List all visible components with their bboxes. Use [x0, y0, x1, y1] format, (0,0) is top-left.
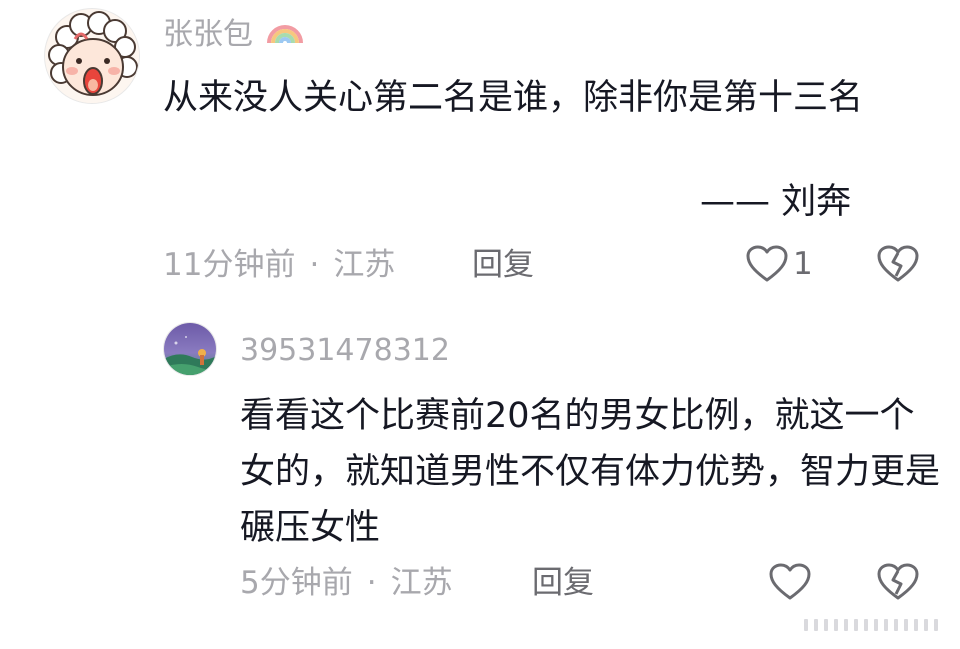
separator: ·	[309, 247, 320, 283]
comment-2: 39531478312 看看这个比赛前20名的男女比例，就这一个女的，就知道男性…	[0, 300, 960, 649]
username[interactable]: 39531478312	[240, 330, 450, 372]
rainbow-icon	[265, 15, 305, 57]
like-button[interactable]	[768, 560, 812, 604]
heart-icon	[746, 245, 788, 282]
avatar[interactable]	[163, 322, 217, 376]
dislike-button[interactable]	[876, 242, 920, 286]
heart-icon	[769, 563, 811, 600]
dislike-button[interactable]	[876, 560, 920, 604]
location: 江苏	[333, 247, 396, 283]
like-count: 1	[793, 246, 813, 282]
username-text[interactable]: 张张包	[163, 17, 253, 52]
signature: —— 刘奔	[700, 182, 852, 222]
reply-button[interactable]: 回复	[532, 561, 594, 605]
comment-meta: 11分钟前 · 江苏	[163, 243, 395, 287]
comment-content: 从来没人关心第二名是谁，除非你是第十三名	[163, 78, 864, 118]
timestamp: 11分钟前	[163, 247, 296, 283]
avatar[interactable]	[44, 8, 140, 104]
cartoon-sheep-avatar-icon	[45, 9, 139, 103]
broken-heart-icon	[877, 245, 919, 282]
watermark-bars	[804, 619, 938, 631]
landscape-photo-avatar-icon	[164, 323, 216, 375]
comment-1: 张张包 从来没人关心第二名是谁，除非你是第十三名 —— 刘奔 11分钟前 · 江苏 …	[0, 0, 960, 300]
reply-button[interactable]: 回复	[472, 243, 534, 287]
timestamp: 5分钟前	[240, 565, 353, 601]
username[interactable]: 张张包	[163, 14, 305, 56]
location: 江苏	[390, 565, 453, 601]
comment-content: 看看这个比赛前20名的男女比例，就这一个女的，就知道男性不仅有体力优势，智力更是…	[240, 396, 941, 548]
like-button[interactable]: 1	[745, 242, 813, 286]
separator: ·	[366, 565, 377, 601]
comment-meta: 5分钟前 · 江苏	[240, 561, 453, 605]
broken-heart-icon	[877, 563, 919, 600]
